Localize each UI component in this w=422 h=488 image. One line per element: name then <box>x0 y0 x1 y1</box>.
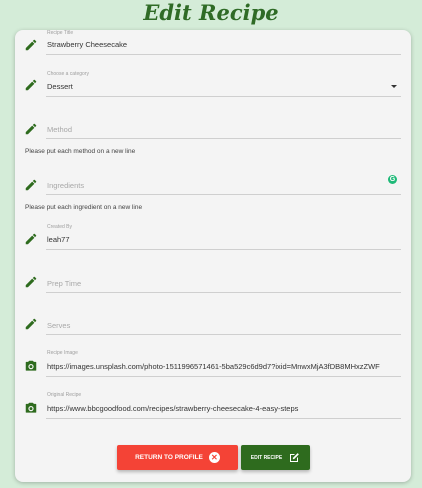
original-recipe-underline <box>46 418 401 419</box>
recipe-image-label: Recipe Image <box>47 350 78 356</box>
edit-recipe-form: Recipe Title Strawberry Cheesecake Choos… <box>15 30 411 482</box>
ingredients-input[interactable]: Ingredients <box>47 181 84 190</box>
original-recipe-field[interactable]: Original Recipe https://www.bbcgoodfood.… <box>15 392 411 420</box>
category-select[interactable]: Choose a category Dessert <box>15 70 411 98</box>
method-field[interactable]: Method Please put each method on a new l… <box>15 116 411 156</box>
recipe-title-underline <box>46 54 401 55</box>
ingredients-helper-text: Please put each ingredient on a new line <box>25 204 143 211</box>
recipe-image-input[interactable]: https://images.unsplash.com/photo-151199… <box>47 362 401 371</box>
method-helper-text: Please put each method on a new line <box>25 148 136 155</box>
chevron-down-icon[interactable] <box>391 85 397 88</box>
recipe-title-field[interactable]: Recipe Title Strawberry Cheesecake <box>15 30 411 58</box>
category-underline <box>46 96 401 97</box>
prep-time-underline <box>46 292 401 293</box>
recipe-image-field[interactable]: Recipe Image https://images.unsplash.com… <box>15 350 411 378</box>
pencil-icon <box>25 233 37 245</box>
recipe-image-underline <box>46 376 401 377</box>
edit-recipe-button[interactable]: Edit Recipe <box>241 445 310 470</box>
camera-icon <box>25 360 37 371</box>
ingredients-underline <box>46 194 401 195</box>
grammarly-icon[interactable]: G <box>388 175 397 184</box>
prep-time-field[interactable]: Prep Time <box>15 274 411 296</box>
pencil-icon <box>25 276 37 288</box>
prep-time-input[interactable]: Prep Time <box>47 279 81 288</box>
ingredients-field[interactable]: Ingredients G Please put each ingredient… <box>15 172 411 214</box>
close-circle-icon: ✕ <box>208 452 220 463</box>
serves-field[interactable]: Serves <box>15 316 411 338</box>
original-recipe-input[interactable]: https://www.bbcgoodfood.com/recipes/stra… <box>47 404 401 413</box>
pencil-icon <box>25 79 37 91</box>
recipe-title-label: Recipe Title <box>47 30 74 36</box>
camera-icon <box>25 402 37 413</box>
pencil-icon <box>25 179 37 191</box>
created-by-input[interactable]: leah77 <box>47 235 401 244</box>
return-to-profile-button[interactable]: Return to profile ✕ <box>117 445 238 470</box>
category-value[interactable]: Dessert <box>47 82 401 91</box>
edit-square-icon <box>290 452 300 462</box>
pencil-icon <box>25 123 37 135</box>
created-by-underline <box>46 249 401 250</box>
original-recipe-label: Original Recipe <box>47 392 82 398</box>
recipe-title-input[interactable]: Strawberry Cheesecake <box>47 40 401 49</box>
created-by-field[interactable]: Created By leah77 <box>15 224 411 252</box>
serves-input[interactable]: Serves <box>47 321 70 330</box>
method-input[interactable]: Method <box>47 125 72 134</box>
serves-underline <box>46 334 401 335</box>
pencil-icon <box>25 318 37 330</box>
edit-button-label: Edit Recipe <box>250 454 283 461</box>
return-button-label: Return to profile <box>135 454 203 461</box>
created-by-label: Created By <box>47 224 73 230</box>
page-title: Edit Recipe <box>143 0 279 25</box>
pencil-icon <box>25 39 37 51</box>
category-label: Choose a category <box>47 71 89 77</box>
method-underline <box>46 138 401 139</box>
